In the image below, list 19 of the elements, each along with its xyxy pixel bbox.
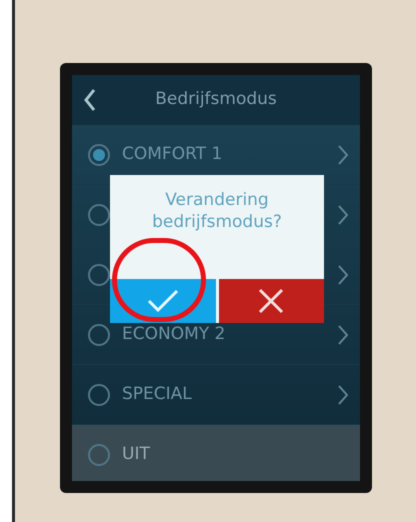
radio-button[interactable] (88, 384, 110, 406)
screen-title: Bedrijfsmodus (155, 88, 277, 112)
mode-label: SPECIAL (122, 384, 192, 404)
mode-label: COMFORT 1 (122, 144, 222, 164)
cancel-button[interactable] (218, 279, 324, 323)
chevron-right-icon (338, 384, 348, 404)
chevron-right-icon (338, 324, 348, 344)
mode-row[interactable]: UIT (72, 425, 360, 481)
mode-label: ECONOMY 2 (122, 324, 226, 344)
chevron-right-icon (338, 144, 348, 164)
chevron-right-icon (338, 264, 348, 284)
radio-button[interactable] (88, 324, 110, 346)
chevron-right-icon (338, 204, 348, 224)
checkmark-icon (146, 289, 179, 313)
close-icon (258, 288, 284, 314)
radio-button[interactable] (88, 444, 110, 466)
radio-button[interactable] (88, 144, 110, 166)
mode-label: UIT (122, 444, 150, 464)
dialog-message: Verandering bedrijfsmodus? (151, 189, 283, 233)
